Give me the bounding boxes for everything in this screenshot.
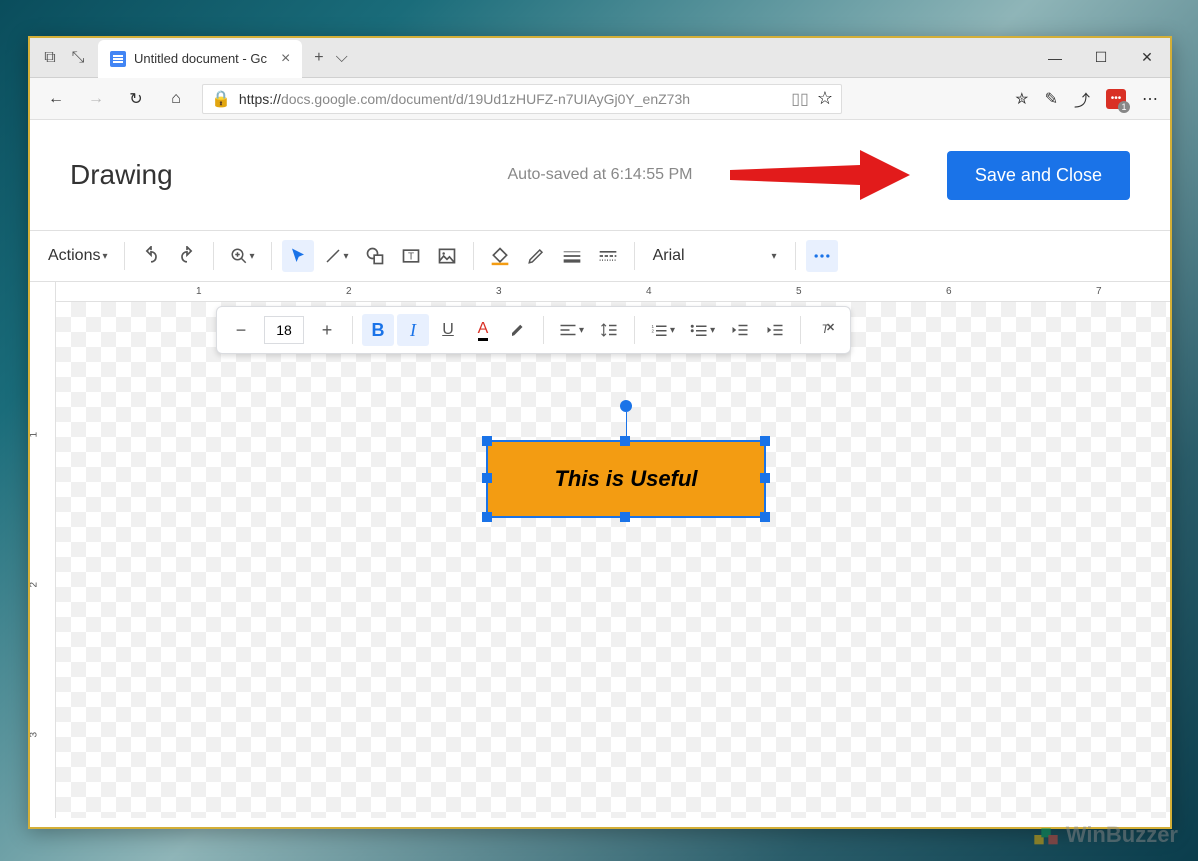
numbered-list-button[interactable]: 12▾ bbox=[644, 314, 681, 346]
extension-icon[interactable]: •••1 bbox=[1106, 89, 1126, 109]
shape-text[interactable]: This is Useful bbox=[554, 466, 697, 492]
menu-icon[interactable]: ⋯ bbox=[1142, 89, 1158, 109]
tab-title: Untitled document - Gc bbox=[134, 51, 267, 66]
bold-button[interactable]: B bbox=[362, 314, 394, 346]
tab-menu-icon[interactable]: ⌵ bbox=[336, 49, 348, 67]
horizontal-ruler: 1 2 3 4 5 6 7 bbox=[56, 282, 1170, 302]
lock-icon: 🔒 bbox=[211, 89, 231, 109]
resize-handle-w[interactable] bbox=[482, 473, 492, 483]
browser-window: ⧉ ⤡ Untitled document - Gc × + ⌵ — ☐ ✕ ←… bbox=[28, 36, 1172, 829]
underline-button[interactable]: U bbox=[432, 314, 464, 346]
resize-handle-nw[interactable] bbox=[482, 436, 492, 446]
tab-overview-icon[interactable]: ⧉ bbox=[38, 46, 62, 70]
tab-close-icon[interactable]: × bbox=[281, 50, 290, 68]
favorite-icon[interactable]: ☆ bbox=[817, 88, 833, 109]
share-icon[interactable]: ⤴ bbox=[1074, 87, 1090, 111]
resize-handle-n[interactable] bbox=[620, 436, 630, 446]
increase-font-button[interactable]: + bbox=[311, 314, 343, 346]
watermark-icon bbox=[1032, 821, 1060, 849]
resize-handle-se[interactable] bbox=[760, 512, 770, 522]
close-window-button[interactable]: ✕ bbox=[1124, 38, 1170, 78]
svg-text:T: T bbox=[408, 251, 414, 262]
forward-button[interactable]: → bbox=[82, 85, 110, 113]
clear-format-button[interactable]: T bbox=[810, 314, 842, 346]
title-bar: ⧉ ⤡ Untitled document - Gc × + ⌵ — ☐ ✕ bbox=[30, 38, 1170, 78]
font-size-input[interactable] bbox=[264, 316, 304, 344]
svg-text:2: 2 bbox=[652, 328, 655, 333]
browser-tab[interactable]: Untitled document - Gc × bbox=[98, 40, 302, 78]
text-color-button[interactable]: A bbox=[467, 314, 499, 346]
rotate-handle[interactable] bbox=[620, 400, 632, 412]
autosave-text: Auto-saved at 6:14:55 PM bbox=[508, 166, 693, 184]
url-input[interactable]: 🔒 https://docs.google.com/document/d/19U… bbox=[202, 84, 842, 114]
back-button[interactable]: ← bbox=[42, 85, 70, 113]
save-and-close-button[interactable]: Save and Close bbox=[947, 151, 1130, 200]
favorites-icon[interactable]: ✮ bbox=[1015, 89, 1028, 109]
docs-icon bbox=[110, 51, 126, 67]
border-dash-button[interactable] bbox=[592, 240, 624, 272]
canvas-area: 1 2 3 1 2 3 4 5 6 7 − + B I bbox=[30, 282, 1170, 818]
minimize-button[interactable]: — bbox=[1032, 38, 1078, 78]
refresh-button[interactable]: ↻ bbox=[122, 85, 150, 113]
line-spacing-button[interactable] bbox=[593, 314, 625, 346]
italic-button[interactable]: I bbox=[397, 314, 429, 346]
url-text: https://docs.google.com/document/d/19Ud1… bbox=[239, 91, 783, 107]
text-format-toolbar: − + B I U A ▾ 12▾ ▾ bbox=[216, 306, 851, 354]
fill-color-button[interactable] bbox=[484, 240, 516, 272]
resize-handle-s[interactable] bbox=[620, 512, 630, 522]
decrease-indent-button[interactable] bbox=[724, 314, 756, 346]
annotation-arrow bbox=[730, 145, 910, 205]
vertical-ruler: 1 2 3 bbox=[30, 282, 56, 818]
drawing-dialog-header: Drawing Auto-saved at 6:14:55 PM Save an… bbox=[30, 120, 1170, 230]
shape-tool[interactable] bbox=[359, 240, 391, 272]
home-button[interactable]: ⌂ bbox=[162, 85, 190, 113]
textbox-tool[interactable]: T bbox=[395, 240, 427, 272]
resize-handle-sw[interactable] bbox=[482, 512, 492, 522]
set-aside-icon[interactable]: ⤡ bbox=[66, 46, 90, 70]
decrease-font-button[interactable]: − bbox=[225, 314, 257, 346]
line-tool[interactable]: ▾ bbox=[318, 240, 355, 272]
more-button[interactable] bbox=[806, 240, 838, 272]
dialog-title: Drawing bbox=[70, 159, 173, 191]
drawing-canvas[interactable]: − + B I U A ▾ 12▾ ▾ bbox=[56, 302, 1170, 818]
text-box-shape[interactable]: This is Useful bbox=[486, 440, 766, 518]
undo-button[interactable] bbox=[135, 240, 167, 272]
watermark: WinBuzzer bbox=[1032, 821, 1178, 849]
reading-view-icon[interactable]: ▯▯ bbox=[791, 89, 809, 109]
redo-button[interactable] bbox=[171, 240, 203, 272]
bullet-list-button[interactable]: ▾ bbox=[684, 314, 721, 346]
border-color-button[interactable] bbox=[520, 240, 552, 272]
maximize-button[interactable]: ☐ bbox=[1078, 38, 1124, 78]
highlight-button[interactable] bbox=[502, 314, 534, 346]
select-tool[interactable] bbox=[282, 240, 314, 272]
notes-icon[interactable]: ✎ bbox=[1045, 89, 1058, 109]
resize-handle-e[interactable] bbox=[760, 473, 770, 483]
zoom-button[interactable]: ▾ bbox=[224, 240, 261, 272]
image-tool[interactable] bbox=[431, 240, 463, 272]
resize-handle-ne[interactable] bbox=[760, 436, 770, 446]
border-weight-button[interactable] bbox=[556, 240, 588, 272]
address-bar: ← → ↻ ⌂ 🔒 https://docs.google.com/docume… bbox=[30, 78, 1170, 120]
drawing-toolbar: Actions▾ ▾ ▾ T Arial▾ bbox=[30, 230, 1170, 282]
align-button[interactable]: ▾ bbox=[553, 314, 590, 346]
font-family-select[interactable]: Arial▾ bbox=[645, 240, 785, 272]
new-tab-icon[interactable]: + bbox=[314, 49, 323, 67]
actions-menu[interactable]: Actions▾ bbox=[42, 240, 114, 272]
increase-indent-button[interactable] bbox=[759, 314, 791, 346]
